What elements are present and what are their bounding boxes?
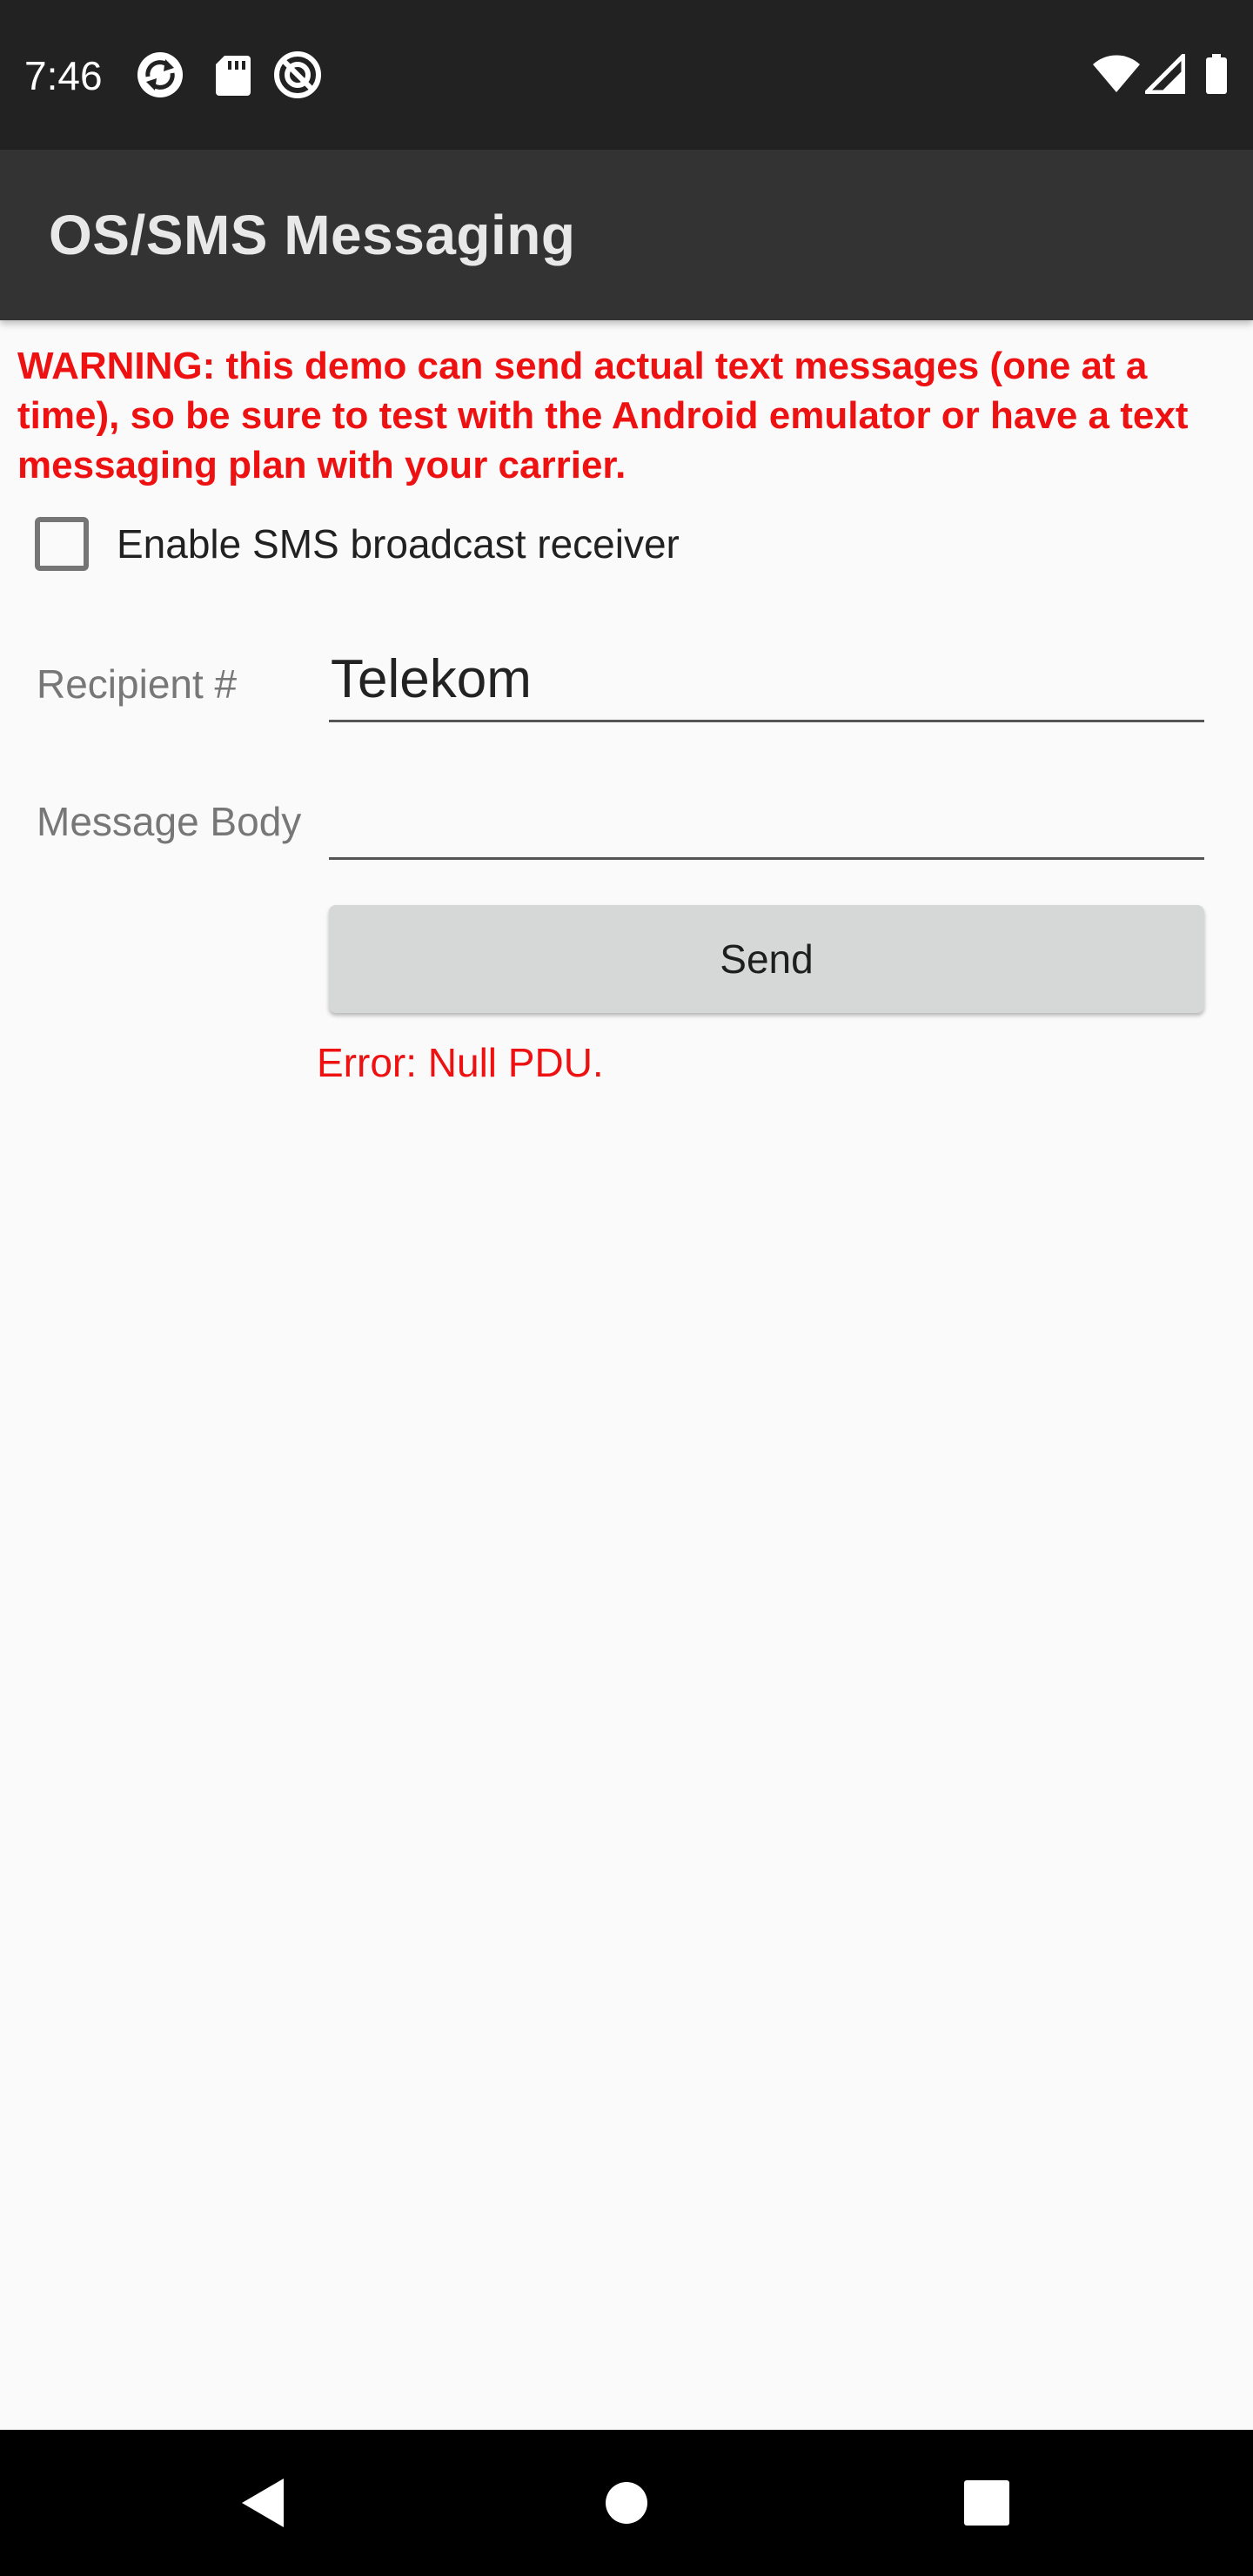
status-bar: 7:46 [0,0,1253,150]
recipient-input[interactable] [329,639,1204,722]
warning-text: WARNING: this demo can send actual text … [17,345,1189,486]
checkbox-box[interactable] [35,517,89,571]
back-icon[interactable] [221,2461,305,2545]
message-body-input[interactable] [329,776,1204,860]
home-icon[interactable] [585,2461,668,2545]
error-text: Error: Null PDU. [317,1040,604,1085]
recipient-label: Recipient # [37,661,238,707]
send-button[interactable]: Send [329,905,1204,1013]
wifi-icon [1091,54,1142,94]
sms-receiver-checkbox[interactable]: Enable SMS broadcast receiver [35,509,818,579]
status-time: 7:46 [24,53,103,98]
no-location-icon [273,50,322,99]
checkbox-label: Enable SMS broadcast receiver [117,521,680,567]
app-title: OS/SMS Messaging [49,204,576,266]
app-bar: OS/SMS Messaging [0,150,1253,320]
message-body-label: Message Body [37,799,302,844]
recents-icon[interactable] [945,2461,1029,2545]
sd-card-icon [209,50,258,99]
navigation-bar [0,2430,1253,2576]
sync-icon [136,50,184,99]
battery-icon [1204,54,1229,94]
cell-signal-icon [1144,53,1186,95]
screen: 7:46 OS/SMS Messaging WARNING: this demo… [0,0,1253,2576]
